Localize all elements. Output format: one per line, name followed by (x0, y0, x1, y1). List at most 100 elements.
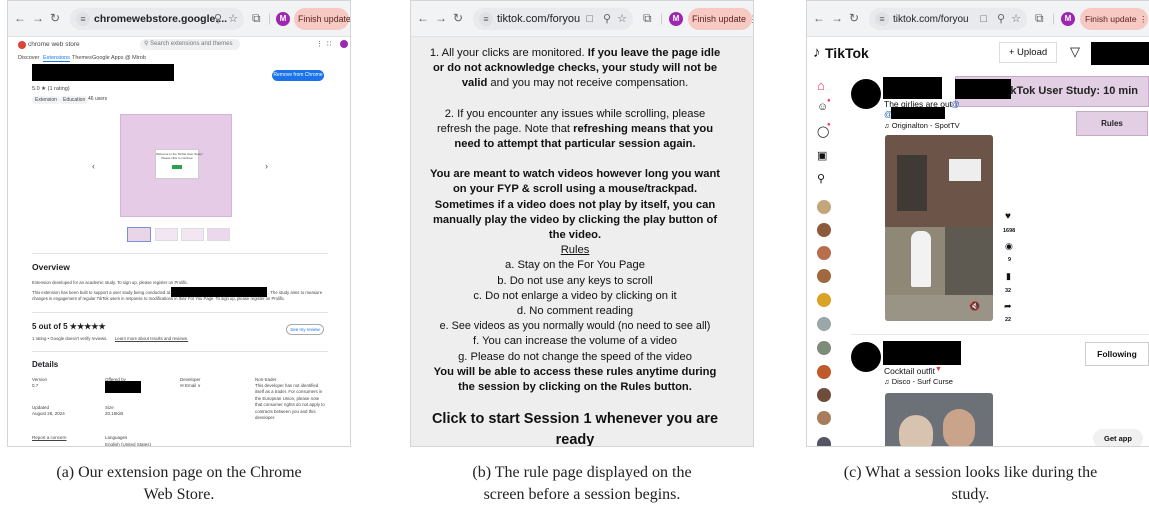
comment-icon[interactable]: ◉ (1005, 241, 1013, 252)
store-avatar[interactable] (340, 40, 348, 48)
followed-avatar-10[interactable] (817, 411, 831, 425)
bookmark-star-icon[interactable]: ☆ (228, 8, 238, 30)
forward-icon[interactable]: → (435, 11, 447, 25)
address-bar[interactable]: ≡ tiktok.com/foryou □ ⚲ ☆ (869, 8, 1027, 30)
followed-avatar-1[interactable] (817, 200, 831, 214)
mute-icon[interactable]: 🔇 (969, 301, 980, 312)
install-app-icon[interactable]: □ (586, 8, 593, 30)
thumbnail-4[interactable] (207, 228, 230, 241)
rules-button[interactable]: Rules (1076, 111, 1148, 136)
reload-icon[interactable]: ↻ (50, 11, 60, 25)
followed-avatar-6[interactable] (817, 317, 831, 331)
followed-avatar-7[interactable] (817, 341, 831, 355)
start-session-button[interactable]: Click to start Session 1 whenever you ar… (429, 409, 721, 446)
overview-line-1: Extension developed for an academic stud… (32, 280, 189, 285)
post-1-mention[interactable]: @ (951, 99, 960, 109)
video-face-1 (899, 415, 933, 446)
developer-email-dropdown[interactable]: ✉ Email ∨ (180, 383, 201, 389)
site-settings-icon[interactable]: ≡ (76, 12, 90, 27)
tiktok-note-icon[interactable]: ♪ (813, 44, 821, 61)
followed-avatar-8[interactable] (817, 365, 831, 379)
chip-extension[interactable]: Extension (32, 96, 60, 104)
profile-avatar[interactable]: M (276, 12, 290, 26)
chip-education[interactable]: Education (60, 96, 89, 104)
upload-button[interactable]: + Upload (999, 42, 1057, 63)
back-icon[interactable]: ← (813, 11, 825, 25)
report-concern-link[interactable]: Report a concern (32, 435, 67, 440)
caption-b: (b) The rule page displayed on the scree… (400, 462, 764, 506)
site-settings-icon[interactable]: ≡ (479, 12, 493, 27)
extensions-icon[interactable]: ⧉ (643, 11, 652, 26)
profile-avatar[interactable]: M (669, 12, 683, 26)
learn-more-link[interactable]: Learn more about results and reviews. (115, 336, 188, 341)
finish-update-label: Finish update (692, 14, 747, 24)
store-search-input[interactable]: ⚲ Search extensions and themes (140, 39, 240, 50)
tab-discover[interactable]: Discover (18, 55, 39, 61)
post-1-video[interactable]: 🔇 (885, 135, 993, 321)
thumbnail-2[interactable] (155, 228, 178, 241)
following-button[interactable]: Following (1085, 342, 1149, 366)
followed-avatar-9[interactable] (817, 388, 831, 402)
site-settings-icon[interactable]: ≡ (875, 12, 889, 27)
finish-update-button[interactable]: Finish update ⋮ (294, 8, 351, 30)
score-note: 1 rating • Google doesn't verify reviews… (32, 336, 108, 341)
post-1-avatar[interactable] (851, 79, 881, 109)
post-2-sound[interactable]: ♫ Disco - Surf Curse (884, 377, 953, 386)
followed-avatar-4[interactable] (817, 269, 831, 283)
share-icon[interactable]: ➦ (1004, 301, 1012, 312)
extensions-icon[interactable]: ⧉ (252, 11, 261, 26)
forward-icon[interactable]: → (831, 11, 843, 25)
tab-extensions[interactable]: Extensions (43, 55, 70, 62)
install-app-icon[interactable]: □ (980, 8, 987, 30)
thumbnail-3[interactable] (181, 228, 204, 241)
more-options-icon[interactable]: ⋮ (316, 40, 323, 48)
tab-google-apps[interactable]: Google Apps @ Mirob (92, 55, 146, 61)
like-icon[interactable]: ♥ (1005, 211, 1011, 222)
zoom-icon[interactable]: ⚲ (997, 8, 1005, 30)
see-my-review-button[interactable]: See my review (286, 324, 324, 335)
save-icon[interactable]: ▮ (1006, 271, 1011, 282)
finish-update-button[interactable]: Finish update ⋮ (1080, 8, 1148, 30)
overview-heading: Overview (32, 262, 70, 272)
live-icon[interactable]: ▣ (817, 149, 827, 162)
finish-update-button[interactable]: Finish update ⋮ (688, 8, 753, 30)
post-1-sound[interactable]: ♫ Originalton - SpotTV (884, 121, 960, 130)
carousel-next-icon[interactable]: › (265, 161, 268, 171)
apps-grid-icon[interactable]: ∷ (327, 40, 331, 48)
bookmark-star-icon[interactable]: ☆ (1011, 8, 1021, 30)
caption-c: (c) What a session looks like during the… (792, 462, 1149, 506)
post-2-video[interactable] (885, 393, 993, 446)
tiktok-logo[interactable]: TikTok (825, 45, 869, 61)
zoom-icon[interactable]: ⚲ (603, 8, 611, 30)
rules-content: 1. All your clicks are monitored. If you… (429, 38, 721, 446)
post-2-avatar[interactable] (851, 342, 881, 372)
reload-icon[interactable]: ↻ (849, 11, 859, 25)
remove-from-chrome-button[interactable]: Remove from Chrome (272, 70, 324, 81)
address-bar[interactable]: ≡ tiktok.com/foryou □ ⚲ ☆ (473, 8, 633, 30)
profile-avatar[interactable]: M (1061, 12, 1075, 26)
followed-avatar-11[interactable] (817, 437, 831, 446)
filter-icon[interactable]: ▽ (1070, 44, 1080, 60)
finish-update-label: Finish update (298, 14, 351, 24)
zoom-icon[interactable]: ⚲ (214, 8, 222, 30)
followed-avatar-5[interactable] (817, 293, 831, 307)
get-app-button[interactable]: Get app (1093, 429, 1143, 446)
carousel-prev-icon[interactable]: ‹ (92, 161, 95, 171)
back-icon[interactable]: ← (417, 11, 429, 25)
rating-summary[interactable]: 5.0 ★ (1 rating) (32, 86, 70, 92)
rule-item-d: d. No comment reading (516, 305, 634, 318)
home-icon[interactable]: ⌂ (817, 78, 825, 93)
overview-line-3: changes in engagement of regular TikTok … (32, 296, 286, 301)
thumbnail-1[interactable] (127, 227, 151, 242)
extensions-icon[interactable]: ⧉ (1035, 11, 1044, 26)
tab-themes[interactable]: Themes (72, 55, 92, 61)
reload-icon[interactable]: ↻ (453, 11, 463, 25)
back-icon[interactable]: ← (14, 11, 26, 25)
profile-icon[interactable]: ⚲ (817, 172, 825, 185)
screenshot-slide: Welcome to the TikTok User Study! Please… (120, 114, 232, 217)
followed-avatar-2[interactable] (817, 223, 831, 237)
bookmark-star-icon[interactable]: ☆ (617, 8, 627, 30)
forward-icon[interactable]: → (32, 11, 44, 25)
followed-avatar-3[interactable] (817, 246, 831, 260)
address-bar[interactable]: ≡ chromewebstore.google.... ⚲ ☆ (70, 8, 244, 30)
